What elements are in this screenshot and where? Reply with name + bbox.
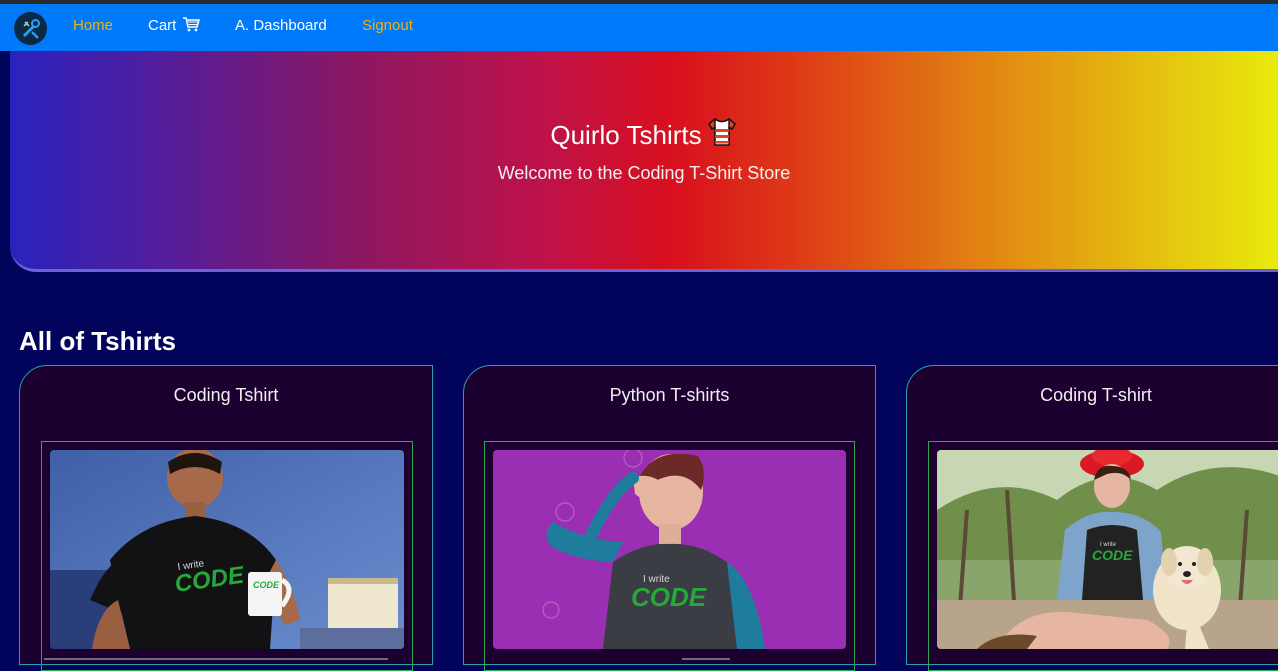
nav-cart-label: Cart <box>148 17 177 34</box>
product-image-frame: I write CODE CODE <box>41 441 413 671</box>
product-image[interactable]: I write CODE <box>937 450 1278 649</box>
hero-banner: Quirlo Tshirts Welcome to the Coding T-S… <box>10 51 1278 272</box>
brand-logo-icon[interactable] <box>14 12 47 45</box>
product-card[interactable]: Coding T-shirt I write CODE <box>906 365 1278 671</box>
product-image-frame: I write CODE <box>928 441 1278 671</box>
product-card[interactable]: Python T-shirts I write CODE <box>463 365 876 671</box>
svg-text:CODE: CODE <box>1092 547 1133 563</box>
product-title: Coding Tshirt <box>173 385 279 405</box>
tshirt-icon <box>706 116 738 155</box>
nav-home-link[interactable]: Home <box>73 17 113 34</box>
svg-text:CODE: CODE <box>253 580 280 590</box>
product-title: Python T-shirts <box>609 385 730 405</box>
hero-title-text: Quirlo Tshirts <box>550 120 702 150</box>
product-image-frame: I write CODE <box>484 441 855 671</box>
hero-title: Quirlo Tshirts <box>10 116 1278 155</box>
top-navbar: Home Cart A. Dashboard Signout <box>0 4 1278 51</box>
nav-signout-link[interactable]: Signout <box>362 17 413 34</box>
hero-subtitle: Welcome to the Coding T-Shirt Store <box>497 163 791 183</box>
nav-admin-dashboard-link[interactable]: A. Dashboard <box>235 17 327 34</box>
product-image[interactable]: I write CODE <box>493 450 846 649</box>
product-card[interactable]: Coding Tshirt I write CODE CODE <box>19 365 433 671</box>
product-image[interactable]: I write CODE CODE <box>50 450 404 649</box>
nav-cart-link[interactable]: Cart <box>148 17 201 36</box>
product-title: Coding T-shirt <box>1040 385 1152 405</box>
products-section-title: All of Tshirts <box>19 326 176 356</box>
shopping-cart-icon <box>182 17 201 36</box>
svg-text:CODE: CODE <box>631 582 707 612</box>
